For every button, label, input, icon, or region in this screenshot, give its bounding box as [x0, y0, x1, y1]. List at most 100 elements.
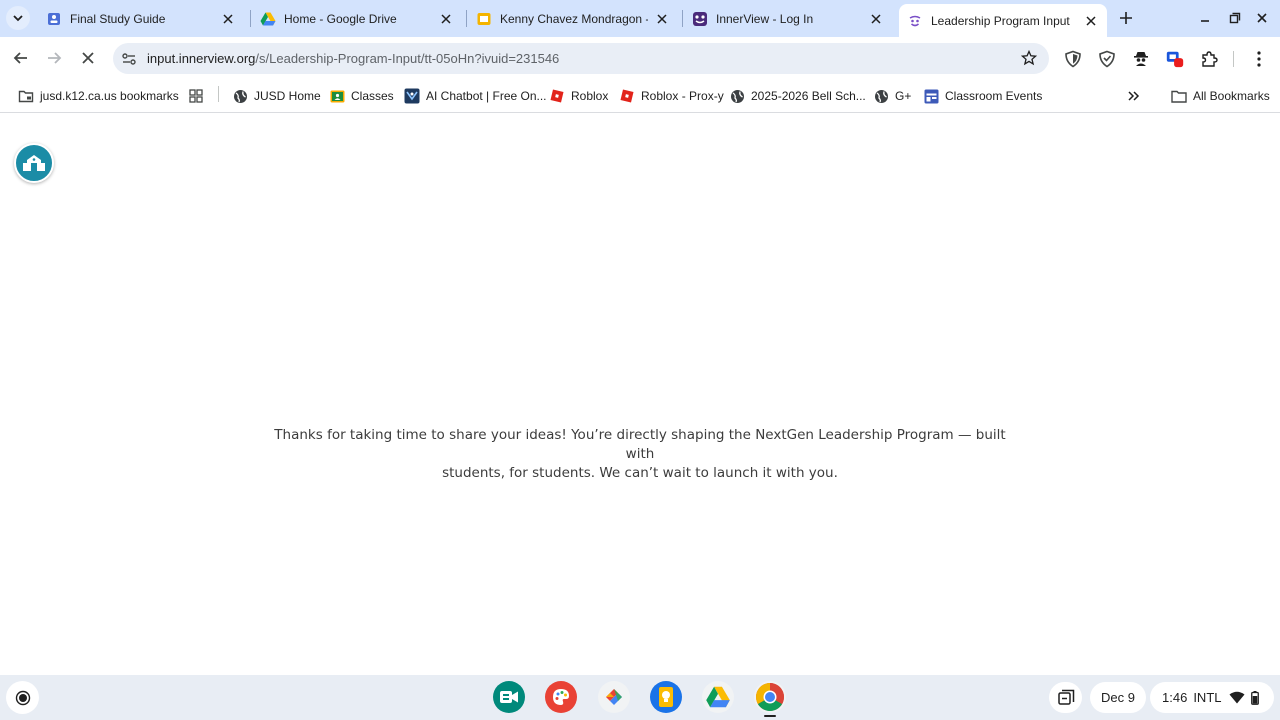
forward-button[interactable]: [42, 46, 66, 70]
back-button[interactable]: [9, 46, 33, 70]
site-info-icon[interactable]: [121, 51, 137, 67]
bookmark-label: JUSD Home: [254, 89, 321, 103]
shelf-app-chrome[interactable]: [754, 681, 786, 713]
chrome-icon: [756, 683, 784, 711]
tab-innerview-login[interactable]: InnerView - Log In: [684, 0, 892, 37]
close-window-button[interactable]: [1252, 8, 1272, 28]
address-bar[interactable]: input.innerview.org/s/Leadership-Program…: [113, 43, 1049, 74]
bookmark-ai-chatbot[interactable]: AI Chatbot | Free On...: [404, 86, 547, 106]
bookmark-roblox[interactable]: Roblox: [549, 86, 608, 106]
bookmark-label: AI Chatbot | Free On...: [426, 89, 547, 103]
page-content: Thanks for taking time to share your ide…: [0, 114, 1280, 675]
bookmarks-overflow-button[interactable]: [1126, 86, 1148, 106]
tab-title: Leadership Program Input: [931, 13, 1070, 28]
all-bookmarks-button[interactable]: All Bookmarks: [1171, 86, 1270, 106]
shelf-app-canvas[interactable]: [545, 681, 577, 713]
stop-loading-button[interactable]: [76, 46, 100, 70]
close-icon[interactable]: [220, 11, 236, 27]
extension-shield-2[interactable]: [1097, 49, 1117, 69]
shelf-app-keep[interactable]: [650, 681, 682, 713]
puzzle-icon: [1202, 51, 1218, 67]
tab-final-study-guide[interactable]: Final Study Guide: [38, 0, 244, 37]
bookmark-jusd-home[interactable]: JUSD Home: [232, 86, 321, 106]
bookmark-bell-schedule[interactable]: 2025-2026 Bell Sch...: [729, 86, 866, 106]
bookmark-gplus[interactable]: G+: [873, 86, 911, 106]
bookmark-classes[interactable]: Classes: [329, 86, 394, 106]
toolbar-separator: [1233, 51, 1234, 67]
close-icon[interactable]: [1083, 13, 1099, 29]
tab-leadership-program-input[interactable]: Leadership Program Input: [899, 4, 1107, 37]
folder-icon: [1171, 88, 1187, 104]
app-logo-icon: [606, 689, 622, 705]
google-classroom-icon: [329, 88, 345, 104]
restore-icon: [1229, 12, 1241, 24]
tab-google-drive[interactable]: Home - Google Drive: [252, 0, 462, 37]
bookmark-label: Classroom Events: [945, 89, 1043, 103]
tab-separator: [466, 10, 467, 27]
shelf-app-google-meet[interactable]: [493, 681, 525, 713]
shelf-app-web-app[interactable]: [598, 681, 630, 713]
minimize-button[interactable]: [1195, 8, 1215, 28]
tab-strip: Final Study Guide Home - Google Drive Ke…: [0, 0, 1280, 37]
bookmark-apps[interactable]: [188, 86, 210, 106]
accessibility-button[interactable]: [14, 143, 54, 183]
extensions-button[interactable]: [1199, 49, 1219, 69]
shield-icon: [1099, 50, 1115, 68]
google-drive-icon: [706, 686, 730, 708]
extension-agent[interactable]: [1131, 49, 1151, 69]
tote-button[interactable]: [1049, 682, 1082, 713]
thank-you-message: Thanks for taking time to share your ide…: [260, 426, 1020, 483]
bookmark-label: G+: [895, 89, 912, 103]
roblox-icon: [549, 88, 565, 104]
calendar-icon: [923, 88, 939, 104]
clock-text: 1:46: [1162, 690, 1188, 705]
spy-agent-icon: [1134, 52, 1148, 66]
date-tray[interactable]: Dec 9: [1090, 682, 1146, 713]
bookmarks-separator: [218, 86, 219, 102]
bookmark-classroom-events[interactable]: Classroom Events: [923, 86, 1042, 106]
tab-search-button[interactable]: [6, 6, 30, 30]
tab-title: Final Study Guide: [70, 11, 166, 26]
google-slides-icon: [476, 11, 492, 27]
plus-icon: [1120, 12, 1132, 24]
battery-icon: [1251, 690, 1260, 705]
close-icon[interactable]: [438, 11, 454, 27]
roblox-icon: [619, 88, 635, 104]
restore-button[interactable]: [1225, 8, 1245, 28]
google-drive-icon: [260, 11, 276, 27]
holding-space-icon: [1057, 689, 1074, 705]
globe-icon: [729, 88, 745, 104]
url-host: input.innerview.org: [147, 51, 256, 66]
new-tab-button[interactable]: [1116, 8, 1136, 28]
tab-separator: [682, 10, 683, 27]
lightbulb-icon: [659, 687, 673, 707]
chromeos-shelf: Dec 9 1:46 INTL: [0, 675, 1280, 720]
status-tray[interactable]: 1:46 INTL: [1150, 682, 1274, 713]
bookmark-managed-folder[interactable]: jusd.k12.ca.us bookmarks: [18, 86, 179, 106]
browser-menu-button[interactable]: [1249, 49, 1269, 69]
close-icon: [1257, 13, 1267, 23]
input-method-text: INTL: [1193, 690, 1222, 705]
close-icon: [82, 52, 94, 64]
bookmarks-bar: jusd.k12.ca.us bookmarks JUSD Home Class…: [0, 79, 1280, 113]
innerview-icon: [907, 13, 923, 29]
google-meet-icon: [500, 691, 518, 703]
globe-icon: [873, 88, 889, 104]
url-text[interactable]: input.innerview.org/s/Leadership-Program…: [147, 51, 559, 66]
bookmark-label: Classes: [351, 89, 394, 103]
launcher-button[interactable]: [6, 681, 39, 714]
school-building-icon: [23, 155, 45, 171]
extension-shield-1[interactable]: [1063, 49, 1083, 69]
extension-screen-capture[interactable]: [1165, 49, 1185, 69]
arrow-right-icon: [48, 52, 62, 64]
shelf-app-google-drive[interactable]: [702, 681, 734, 713]
close-icon[interactable]: [654, 11, 670, 27]
bookmark-label: Roblox: [571, 89, 609, 103]
tab-google-slides[interactable]: Kenny Chavez Mondragon - (: [468, 0, 678, 37]
close-icon[interactable]: [868, 11, 884, 27]
star-icon[interactable]: [1021, 50, 1037, 66]
bookmark-roblox-proxy[interactable]: Roblox - Prox-y: [619, 86, 724, 106]
ai-chatbot-icon: [404, 88, 420, 104]
tab-separator: [250, 10, 251, 27]
launcher-icon: [15, 690, 30, 705]
